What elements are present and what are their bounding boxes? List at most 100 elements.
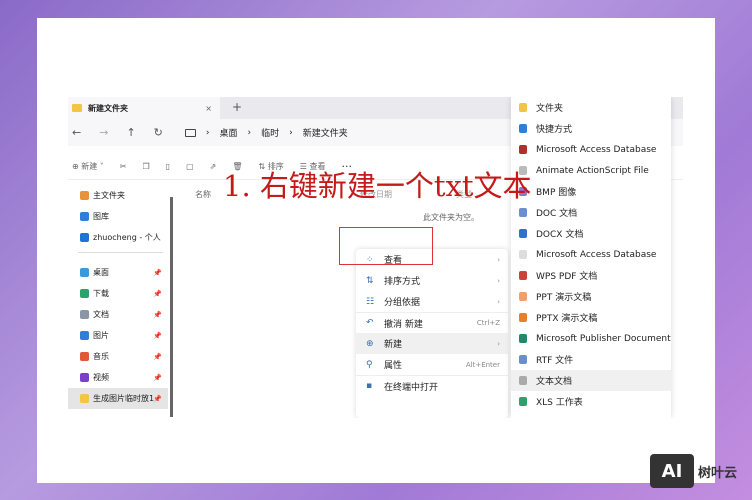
menu-label: 在终端中打开 [384,382,439,393]
context-menu-item[interactable]: ☷ 分组依据 › [356,291,508,312]
context-menu-item[interactable]: ↶ 撤消 新建 Ctrl+Z [356,312,508,333]
submenu-label: XLS 工作表 [536,398,583,408]
tab-new-folder[interactable]: 新建文件夹 × [68,97,220,119]
submenu-item[interactable]: WPS PDF 文档 [511,265,671,286]
chevron-right-icon: › [497,339,500,348]
submenu-item[interactable]: Microsoft Access Database [511,139,671,160]
folder-icon [80,394,89,403]
refresh-button[interactable]: ↻ [154,126,163,139]
menu-label: 分组依据 [384,298,421,308]
sidebar-item[interactable]: 图库 [68,206,168,227]
context-menu-item[interactable]: ⚲ 属性 Alt+Enter [356,354,508,375]
cut-icon[interactable]: ✂ [120,162,127,171]
back-button[interactable]: ← [72,126,81,139]
submenu-item[interactable]: 文件夹 [511,97,671,118]
submenu-item[interactable]: Microsoft Access Database [511,244,671,265]
wrench-icon: ⚲ [366,359,373,370]
submenu-label: Animate ActionScript File [536,165,649,176]
sidebar-item[interactable]: 视频 📌 [68,367,168,388]
submenu-item[interactable]: DOCX 文档 [511,223,671,244]
shortcut: Ctrl+Z [476,319,500,327]
breadcrumb-temp[interactable]: 临时 [261,126,279,139]
submenu-label: Microsoft Access Database [536,249,657,260]
file-type-icon [519,229,527,238]
sidebar-item[interactable]: 主文件夹 [68,185,168,206]
address-bar[interactable]: › 桌面 › 临时 › 新建文件夹 [184,126,348,139]
context-menu-item[interactable]: ⊕ 新建 › [356,333,508,354]
submenu-item[interactable]: Microsoft Publisher Document [511,328,671,349]
sep: › [205,127,210,138]
sidebar-scrollbar[interactable] [170,197,173,417]
chevron-right-icon: › [497,276,500,285]
empty-folder-text: 此文件夹为空。 [423,213,479,222]
submenu-item[interactable]: XLS 工作表 [511,391,671,412]
sort-icon: ⇅ [366,275,374,286]
submenu-label: PPTX 演示文稿 [536,314,598,324]
sidebar-item[interactable]: 桌面 📌 [68,262,168,283]
new-button[interactable]: ⊕ 新建 ˅ [72,161,104,172]
column-name[interactable]: 名称 [195,189,211,200]
paste-icon[interactable]: ▯ [166,162,170,171]
file-type-icon [519,397,527,406]
sidebar-item-label: 视频 [93,373,109,382]
file-type-icon [519,145,527,154]
submenu-item[interactable]: Animate ActionScript File [511,160,671,181]
sidebar-item[interactable]: 下载 📌 [68,283,168,304]
submenu-item[interactable]: PPTX 演示文稿 [511,307,671,328]
breadcrumb-desktop[interactable]: 桌面 [219,126,237,139]
divider [78,252,163,253]
folder-icon [80,331,89,340]
folder-icon [80,268,89,277]
share-icon[interactable]: ⇗ [210,162,217,171]
file-type-icon [519,355,527,364]
pin-icon: 📌 [153,289,162,298]
sidebar-item-label: 生成图片临时放1 [93,394,155,403]
submenu-label: DOCX 文档 [536,230,584,240]
computer-icon [184,128,196,137]
sidebar-item[interactable]: 生成图片临时放1 📌 [68,388,168,409]
submenu-item[interactable]: BMP 图像 [511,181,671,202]
folder-icon [80,212,89,221]
folder-icon [80,233,89,242]
pin-icon: 📌 [153,352,162,361]
sidebar-item[interactable]: 音乐 📌 [68,346,168,367]
submenu-item[interactable]: 文本文档 [511,370,671,391]
sidebar-item[interactable]: 图片 📌 [68,325,168,346]
sep: › [289,127,293,138]
submenu-label: Microsoft Publisher Document [536,333,671,344]
plus-circle-icon: ⊕ [366,338,374,349]
submenu-item[interactable]: PPT 演示文稿 [511,286,671,307]
pin-icon: 📌 [153,331,162,340]
chevron-right-icon: › [497,255,500,264]
watermark-logo: AI 树叶云 [650,454,737,488]
context-menu-item[interactable]: ⇅ 排序方式 › [356,270,508,291]
sidebar: 主文件夹 图库 zhuocheng - 个人 桌面 📌 下载 📌 文档 📌 图片 📌 音乐 📌 视频 📌 生成… [68,185,168,418]
rename-icon[interactable]: ▢ [186,162,194,171]
folder-icon [80,191,89,200]
file-type-icon [519,124,527,133]
sidebar-item-label: zhuocheng - 个人 [93,233,161,242]
submenu-label: PPT 演示文稿 [536,293,592,303]
submenu-label: Microsoft Access Database [536,144,657,155]
close-tab-button[interactable]: × [205,104,212,113]
new-tab-button[interactable]: + [232,100,242,114]
forward-button[interactable]: → [99,126,108,139]
submenu-label: 文件夹 [536,104,564,114]
file-type-icon [519,271,527,280]
sep: › [247,127,252,138]
breadcrumb-new-folder[interactable]: 新建文件夹 [303,126,348,139]
sidebar-item[interactable]: 文档 📌 [68,304,168,325]
context-menu-item[interactable]: ▪ 在终端中打开 [356,375,508,396]
copy-icon[interactable]: ❐ [143,162,150,171]
submenu-item[interactable]: 快捷方式 [511,118,671,139]
tab-title: 新建文件夹 [88,103,128,113]
submenu-label: WPS PDF 文档 [536,272,598,282]
up-button[interactable]: ↑ [126,126,135,139]
submenu-label: 快捷方式 [536,125,573,135]
file-type-icon [519,103,527,112]
submenu-item[interactable]: DOC 文档 [511,202,671,223]
sidebar-item[interactable]: zhuocheng - 个人 [68,227,168,248]
submenu-item[interactable]: RTF 文件 [511,349,671,370]
pin-icon: 📌 [153,268,162,277]
submenu-label: RTF 文件 [536,356,574,366]
